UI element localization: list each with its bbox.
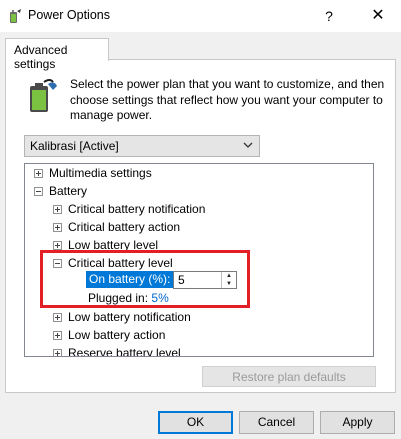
apply-button[interactable]: Apply	[320, 411, 395, 434]
description-text: Select the power plan that you want to c…	[70, 77, 385, 122]
ok-button[interactable]: OK	[158, 411, 233, 434]
power-options-icon	[10, 9, 21, 23]
expand-icon[interactable]	[53, 205, 62, 214]
expand-icon[interactable]	[53, 241, 62, 250]
chevron-down-icon	[243, 142, 253, 148]
tree-scrollbar[interactable]: ▲ ▼	[373, 165, 374, 355]
expand-icon[interactable]	[53, 349, 62, 356]
scroll-down-icon[interactable]: ▼	[373, 338, 374, 355]
power-plan-dropdown[interactable]: Kalibrasi [Active]	[24, 135, 260, 157]
tab-label: Advanced settings	[14, 43, 68, 71]
tab-advanced-settings[interactable]: Advanced settings	[5, 38, 109, 71]
scroll-up-icon[interactable]: ▲	[373, 165, 374, 182]
restore-plan-defaults-button[interactable]: Restore plan defaults	[202, 366, 376, 387]
window-title: Power Options	[28, 8, 110, 22]
collapse-icon[interactable]	[34, 187, 43, 196]
expand-icon[interactable]	[34, 169, 43, 178]
cancel-button[interactable]: Cancel	[239, 411, 314, 434]
expand-icon[interactable]	[53, 223, 62, 232]
battery-plug-icon	[30, 79, 57, 112]
title-bar: Power Options ? ✕	[0, 0, 401, 32]
expand-icon[interactable]	[53, 313, 62, 322]
help-button[interactable]: ?	[318, 6, 340, 26]
close-button[interactable]: ✕	[366, 4, 390, 28]
annotation-highlight-box	[40, 250, 250, 308]
power-plan-value: Kalibrasi [Active]	[30, 139, 119, 153]
expand-icon[interactable]	[53, 331, 62, 340]
